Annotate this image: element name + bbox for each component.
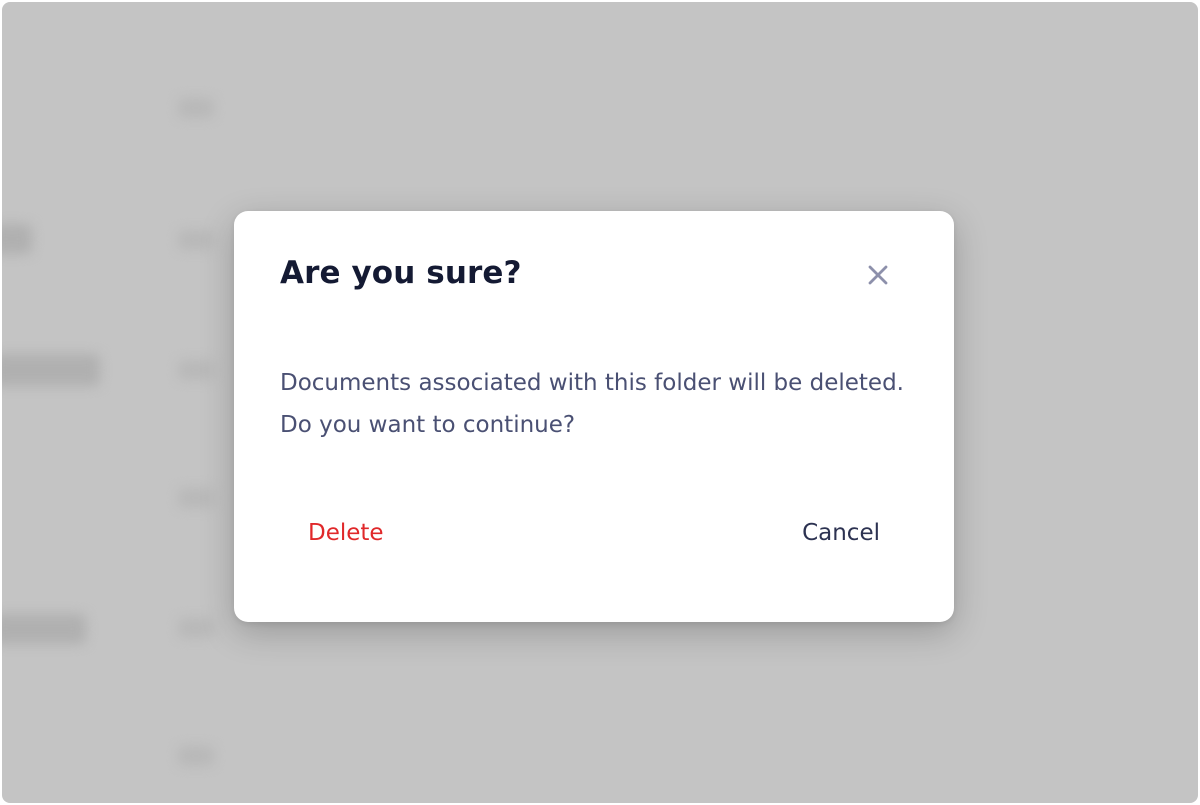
bg-text-block: [178, 618, 214, 638]
close-icon: [867, 264, 889, 290]
dialog-title: Are you sure?: [280, 255, 522, 291]
bg-text-block: [2, 354, 100, 386]
bg-text-block: [2, 224, 32, 254]
delete-button[interactable]: Delete: [308, 516, 384, 550]
bg-text-block: [2, 614, 86, 644]
bg-text-block: [178, 488, 214, 508]
bg-text-block: [178, 360, 214, 380]
app-window: Are you sure? Documents associated with …: [2, 2, 1198, 803]
confirm-dialog: Are you sure? Documents associated with …: [234, 211, 954, 622]
bg-text-block: [178, 98, 214, 118]
bg-text-block: [178, 746, 214, 766]
cancel-button[interactable]: Cancel: [802, 516, 880, 550]
dialog-message: Documents associated with this folder wi…: [280, 370, 904, 438]
bg-text-block: [178, 230, 214, 250]
close-button[interactable]: [862, 261, 894, 293]
